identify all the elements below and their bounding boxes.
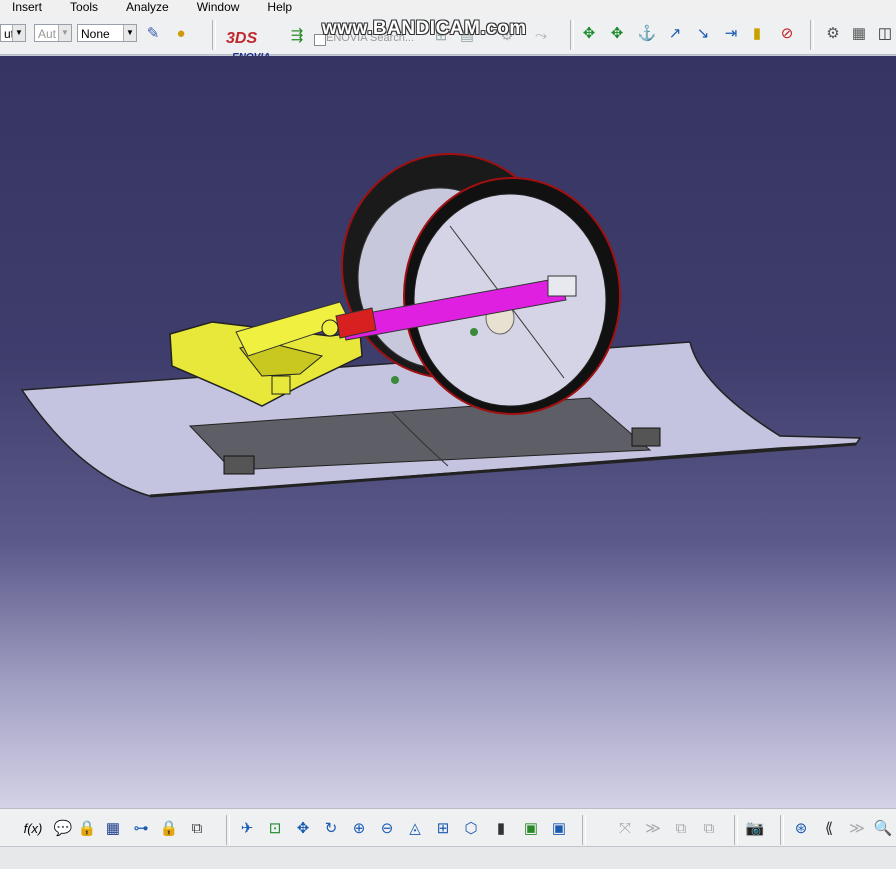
top-toolbar: ut▼ Aut▼ None▼ ✎ ● 3DS ENOVIA ⇶ ENOVIA S… (0, 14, 896, 63)
chevron-down-icon: ▼ (123, 25, 136, 41)
menu-window[interactable]: Window (185, 1, 240, 13)
camera-icon[interactable]: 📷 (744, 817, 766, 839)
mount-block-right (631, 427, 661, 447)
bottom-toolbar: f(x) 💬 🔒 ▦ ⊶ 🔒 ⧉ ✈ ⊡ ✥ ↻ ⊕ ⊖ ◬ ⊞ ⬡ ▮ ▣ ▣… (0, 808, 896, 847)
first-frame-icon[interactable]: ⟪ (818, 817, 840, 839)
ruler-icon[interactable]: ▮ (746, 22, 768, 44)
thickness-combo[interactable]: Aut ▼ (34, 24, 72, 42)
hide-show-icon[interactable]: ▣ (520, 817, 542, 839)
parts-icon[interactable]: ⚙ (822, 22, 844, 44)
pan-icon[interactable]: ✥ (292, 817, 314, 839)
zoom-in-icon[interactable]: ⊕ (348, 817, 370, 839)
macro-icon[interactable]: ⧉ (186, 817, 208, 839)
formula-arrow-icon[interactable]: ⇶ (286, 24, 308, 46)
chevron-down-icon: ▼ (12, 25, 25, 41)
arrow-icon[interactable]: ↘ (692, 22, 714, 44)
zoom-tool-icon[interactable]: 🔍 (872, 817, 894, 839)
compass-icon[interactable]: ⊛ (790, 817, 812, 839)
disabled-icon-6: ⧉ (703, 819, 715, 837)
disabled-icon-4: ≫ (645, 820, 661, 837)
menu-help[interactable]: Help (255, 1, 292, 13)
spacing-icon[interactable]: ⇥ (720, 22, 742, 44)
disabled-icon-3: ⤧ (618, 819, 631, 837)
menu-insert[interactable]: Insert (0, 1, 42, 13)
comment-icon[interactable]: 💬 (52, 817, 74, 839)
3d-viewport[interactable] (0, 56, 896, 808)
anchor-icon[interactable]: ⚓ (636, 22, 658, 44)
formula-icon[interactable]: f(x) (22, 817, 44, 839)
manipulate-icon[interactable]: ✥ (578, 22, 600, 44)
lock-icon[interactable]: 🔒 (158, 817, 180, 839)
chevron-down-icon: ▼ (58, 25, 71, 41)
pointer-icon[interactable]: ↗ (664, 22, 686, 44)
bandicam-watermark: www.BANDICAM.com (322, 18, 527, 39)
menu-tools[interactable]: Tools (58, 1, 98, 13)
zoom-out-icon[interactable]: ⊖ (376, 817, 398, 839)
material-sphere-icon[interactable]: ● (170, 22, 192, 44)
normal-view-icon[interactable]: ◬ (404, 817, 426, 839)
render-style-icon[interactable]: ▮ (490, 817, 512, 839)
table-icon[interactable]: ▦ (102, 817, 124, 839)
fit-all-icon[interactable]: ⊡ (264, 817, 286, 839)
assembly-model (20, 153, 862, 498)
snap-icon[interactable]: ✥ (606, 22, 628, 44)
fly-mode-icon[interactable]: ✈ (236, 817, 258, 839)
clash-icon[interactable]: ⊘ (776, 22, 798, 44)
menu-analyze[interactable]: Analyze (114, 1, 169, 13)
mount-block-left (223, 455, 255, 475)
hierarchy-icon[interactable]: ⊶ (130, 817, 152, 839)
status-bar (0, 846, 896, 869)
line-type-combo[interactable]: ut ▼ (0, 24, 26, 42)
layer-combo[interactable]: None ▼ (77, 24, 137, 42)
window-icon[interactable]: ◫ (874, 22, 896, 44)
menu-bar: Insert Tools Analyze Window Help (0, 0, 896, 14)
lock-disabled-icon: 🔒 (77, 820, 97, 837)
disabled-icon-2: ⤳ (534, 26, 547, 44)
views-cube-icon[interactable]: ⊞ (432, 817, 454, 839)
rotate-icon[interactable]: ↻ (320, 817, 342, 839)
paint-brush-icon[interactable]: ✎ (142, 22, 164, 44)
paste-special-icon[interactable]: ▦ (848, 22, 870, 44)
swap-visible-icon[interactable]: ▣ (548, 817, 570, 839)
next-frame-icon: ≫ (849, 820, 865, 837)
disabled-icon-5: ⧉ (675, 819, 687, 837)
iso-view-icon[interactable]: ⬡ (460, 817, 482, 839)
